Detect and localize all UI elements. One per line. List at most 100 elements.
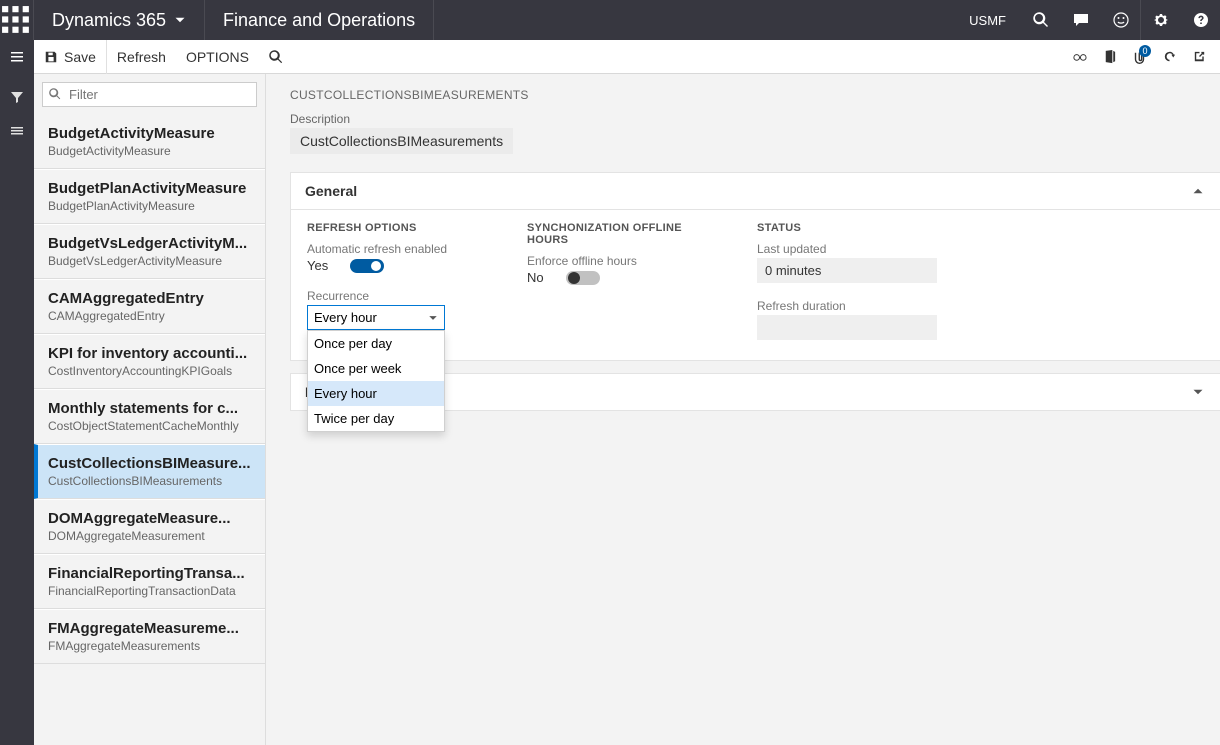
messages-icon[interactable] [1060,0,1100,40]
list-item-title: BudgetActivityMeasure [48,125,251,142]
options-label: OPTIONS [186,49,249,65]
list-item-title: FMAggregateMeasureme... [48,620,251,637]
last-updated-value: 0 minutes [757,258,937,283]
status-col: STATUS Last updated 0 minutes Refresh du… [757,222,937,340]
list-item[interactable]: BudgetPlanActivityMeasure BudgetPlanActiv… [34,169,265,224]
action-bar: Save Refresh OPTIONS 0 [0,40,1220,74]
action-search-icon[interactable] [259,40,293,74]
list-item-sub: FMAggregateMeasurements [48,639,251,653]
list-item-sub: CustCollectionsBIMeasurements [48,474,251,488]
list-item[interactable]: FMAggregateMeasureme... FMAggregateMeasur… [34,609,265,664]
sidebar: BudgetActivityMeasure BudgetActivityMeasu… [34,74,266,745]
list-item-title: BudgetPlanActivityMeasure [48,180,251,197]
lines-rail-icon[interactable] [0,114,34,148]
list-item-sub: CAMAggregatedEntry [48,309,251,323]
dropdown-option[interactable]: Twice per day [308,406,444,431]
list-item-title: KPI for inventory accounti... [48,345,251,362]
chevron-up-icon [1192,184,1206,198]
sync-header: SYNCHONIZATION OFFLINE HOURS [527,222,717,246]
description-value: CustCollectionsBIMeasurements [290,128,513,154]
chevron-down-icon [428,313,438,323]
enforce-value: No [527,270,544,285]
list-item[interactable]: BudgetActivityMeasure BudgetActivityMeasu… [34,115,265,169]
filter-search-icon [49,88,61,100]
chevron-down-icon [1192,385,1206,399]
nav-toggle[interactable] [0,40,34,74]
attachments-icon[interactable]: 0 [1124,40,1154,74]
chevron-down-icon [174,14,186,26]
refresh-options-header: REFRESH OPTIONS [307,222,487,234]
dropdown-option[interactable]: Once per week [308,356,444,381]
save-button[interactable]: Save [34,40,107,74]
recurrence-label: Recurrence [307,289,487,303]
save-label: Save [64,49,96,65]
list-item[interactable]: FinancialReportingTransa... FinancialRepo… [34,554,265,609]
list-item-sub: CostObjectStatementCacheMonthly [48,419,251,433]
office-icon[interactable] [1094,40,1124,74]
search-icon[interactable] [1020,0,1060,40]
filter-input[interactable] [42,82,257,107]
list-item-title: CAMAggregatedEntry [48,290,251,307]
dropdown-option[interactable]: Every hour [308,381,444,406]
general-panel: General REFRESH OPTIONS Automatic refres… [290,172,1220,361]
list-item-title: DOMAggregateMeasure... [48,510,251,527]
list-item[interactable]: CAMAggregatedEntry CAMAggregatedEntry [34,279,265,334]
list-item-sub: CostInventoryAccountingKPIGoals [48,364,251,378]
help-icon[interactable] [1180,0,1220,40]
refresh-options-col: REFRESH OPTIONS Automatic refresh enable… [307,222,487,340]
recurrence-value: Every hour [314,310,377,325]
refresh-duration-label: Refresh duration [757,299,937,313]
content-area: CUSTCOLLECTIONSBIMEASUREMENTS Descriptio… [266,74,1220,745]
sync-col: SYNCHONIZATION OFFLINE HOURS Enforce off… [527,222,717,340]
auto-refresh-value: Yes [307,258,328,273]
list-item[interactable]: Monthly statements for c... CostObjectSta… [34,389,265,444]
refresh-duration-value [757,315,937,340]
dropdown-option[interactable]: Once per day [308,331,444,356]
auto-refresh-toggle[interactable] [350,259,384,273]
list-item-title: FinancialReportingTransa... [48,565,251,582]
list-item[interactable]: DOMAggregateMeasure... DOMAggregateMeasur… [34,499,265,554]
enforce-label: Enforce offline hours [527,254,717,268]
refresh-label: Refresh [117,49,166,65]
list-item-title: CustCollectionsBIMeasure... [48,455,251,472]
auto-refresh-label: Automatic refresh enabled [307,242,487,256]
brand-label: Dynamics 365 [52,10,166,31]
filter-rail-icon[interactable] [0,80,34,114]
list-item-sub: FinancialReportingTransactionData [48,584,251,598]
recurrence-dropdown[interactable]: Once per dayOnce per weekEvery hourTwice… [307,330,445,432]
list-item-sub: BudgetActivityMeasure [48,144,251,158]
save-icon [44,50,58,64]
general-title: General [305,183,357,199]
left-rail [0,74,34,745]
waffle-icon[interactable] [0,0,34,40]
top-bar: Dynamics 365 Finance and Operations USMF [0,0,1220,40]
list-item-title: BudgetVsLedgerActivityM... [48,235,251,252]
list-item-sub: BudgetVsLedgerActivityMeasure [48,254,251,268]
list-item[interactable]: CustCollectionsBIMeasure... CustCollectio… [34,444,265,499]
list-item-title: Monthly statements for c... [48,400,251,417]
general-header[interactable]: General [291,173,1220,210]
refresh-button[interactable]: Refresh [107,40,176,74]
smile-icon[interactable] [1100,0,1140,40]
options-button[interactable]: OPTIONS [176,40,259,74]
list-item-sub: BudgetPlanActivityMeasure [48,199,251,213]
filter-input-wrap [42,82,257,107]
enforce-toggle[interactable] [566,271,600,285]
breadcrumb: CUSTCOLLECTIONSBIMEASUREMENTS [290,88,1220,102]
status-header: STATUS [757,222,937,234]
module-label[interactable]: Finance and Operations [205,0,434,40]
recurrence-combo[interactable]: Every hour [307,305,445,330]
popout-icon[interactable] [1184,40,1214,74]
list-item-sub: DOMAggregateMeasurement [48,529,251,543]
badge-count: 0 [1139,45,1151,57]
gear-icon[interactable] [1140,0,1180,40]
legal-entity[interactable]: USMF [955,13,1020,28]
glasses-icon[interactable] [1064,40,1094,74]
description-label: Description [290,112,1220,126]
last-updated-label: Last updated [757,242,937,256]
list-item[interactable]: BudgetVsLedgerActivityM... BudgetVsLedger… [34,224,265,279]
sidebar-list[interactable]: BudgetActivityMeasure BudgetActivityMeasu… [34,115,265,745]
refresh-icon[interactable] [1154,40,1184,74]
list-item[interactable]: KPI for inventory accounti... CostInvento… [34,334,265,389]
brand-dropdown[interactable]: Dynamics 365 [34,0,205,40]
